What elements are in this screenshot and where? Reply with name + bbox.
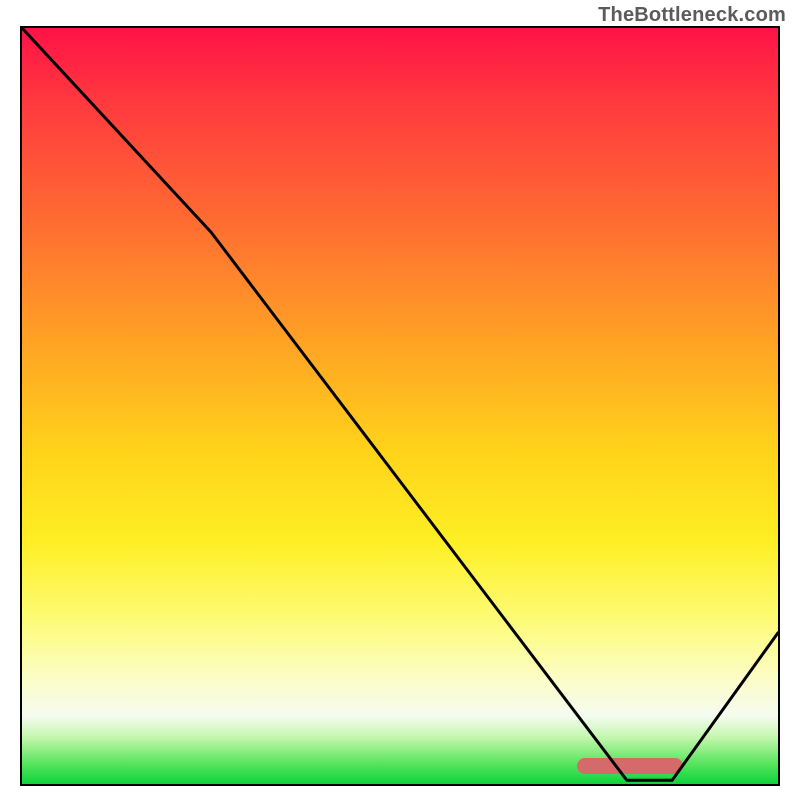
bottleneck-curve [22,28,778,784]
watermark-text: TheBottleneck.com [598,4,786,27]
chart-area [20,26,780,786]
